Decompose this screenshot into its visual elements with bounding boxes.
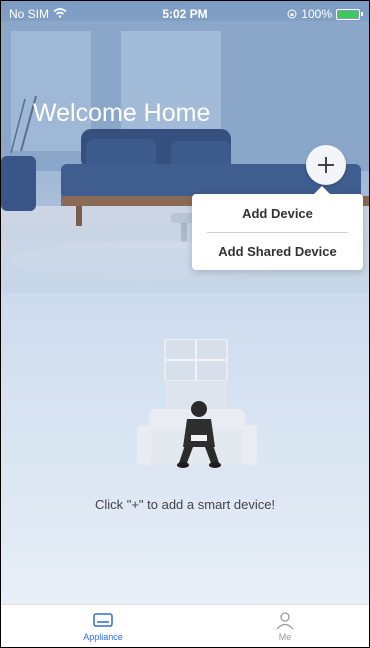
plus-icon xyxy=(318,157,334,173)
status-right: 100% xyxy=(287,7,363,21)
tab-appliance[interactable]: Appliance xyxy=(63,611,143,642)
menu-divider xyxy=(207,232,348,233)
appliance-icon xyxy=(93,613,113,627)
tab-bar: Appliance Me xyxy=(1,604,369,647)
status-bar: No SIM 5:02 PM 100% xyxy=(1,1,369,25)
battery-percent: 100% xyxy=(301,7,332,21)
add-button[interactable] xyxy=(306,145,346,185)
app-screen: No SIM 5:02 PM 100% Welcome Home Add Dev… xyxy=(0,0,370,648)
add-menu-popup: Add Device Add Shared Device xyxy=(192,186,363,270)
tab-me-label: Me xyxy=(278,632,292,642)
empty-state-illustration xyxy=(137,339,257,468)
battery-icon xyxy=(336,8,360,20)
person-icon xyxy=(276,612,294,629)
add-shared-device-item[interactable]: Add Shared Device xyxy=(192,244,363,259)
orientation-lock-icon xyxy=(287,9,297,19)
tab-appliance-label: Appliance xyxy=(83,632,123,642)
page-title: Welcome Home xyxy=(33,99,211,127)
add-device-item[interactable]: Add Device xyxy=(192,206,363,221)
tab-me[interactable]: Me xyxy=(245,611,325,642)
empty-state-hint: Click "+" to add a smart device! xyxy=(94,497,276,512)
